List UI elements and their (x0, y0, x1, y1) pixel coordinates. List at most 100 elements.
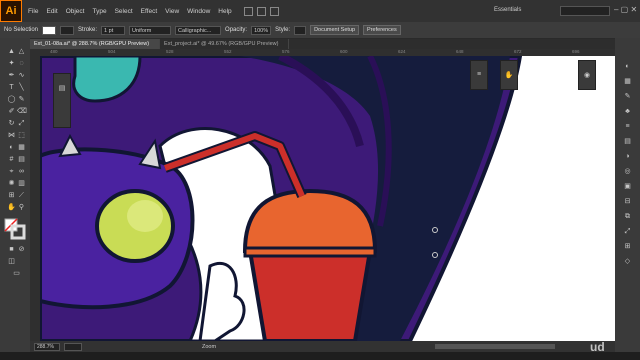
zoom-tool-icon[interactable]: ⚲ (17, 204, 26, 212)
search-input[interactable] (560, 6, 610, 16)
selection-status: No Selection (4, 27, 39, 33)
symbols-panel-icon[interactable]: ♣ (623, 108, 632, 116)
free-transform-tool-icon[interactable]: ⬚ (17, 132, 26, 140)
gpu-performance-icon[interactable] (269, 6, 279, 16)
gradient-panel-icon[interactable]: ▤ (623, 138, 632, 146)
shaper-tool-icon[interactable]: ✐ (7, 108, 16, 116)
blend-tool-icon[interactable]: ∞ (17, 168, 26, 176)
hand-tool-icon[interactable]: ✋ (7, 204, 16, 212)
ruler-tick: 600 (340, 49, 348, 54)
brushes-panel-icon[interactable]: ✎ (623, 93, 632, 101)
artboard-tool-icon[interactable]: ⊞ (7, 192, 16, 200)
direct-selection-tool-icon[interactable]: △ (17, 48, 26, 56)
workspace-switcher[interactable]: Essentials (494, 7, 554, 16)
width-tool-icon[interactable]: ⋈ (7, 132, 16, 140)
symbol-sprayer-tool-icon[interactable]: ✺ (7, 180, 16, 188)
eyedropper-tool-icon[interactable]: ⌖ (7, 168, 16, 176)
stroke-label[interactable]: Stroke: (78, 27, 97, 33)
opacity-label[interactable]: Opacity: (225, 27, 247, 33)
hand-float-panel[interactable]: ✋ (500, 60, 518, 90)
stroke-weight-field[interactable]: 1 pt (101, 25, 126, 35)
arrange-documents-icon[interactable] (256, 6, 266, 16)
fill-stroke-icon[interactable] (4, 218, 26, 240)
scale-tool-icon[interactable]: ⤢ (17, 120, 26, 128)
shape-builder-tool-icon[interactable]: ◐ (7, 144, 16, 152)
paintbrush-tool-icon[interactable]: ✎ (17, 96, 26, 104)
tab-ext-project[interactable]: Ext_project.ai* @ 49.67% (RGB/GPU Previe… (160, 39, 290, 49)
video-bottom-band (0, 352, 640, 360)
ruler-tick: 528 (166, 49, 174, 54)
horizontal-scrollbar[interactable] (435, 344, 555, 349)
magic-wand-tool-icon[interactable]: ✦ (7, 60, 16, 68)
swatches-panel-icon[interactable]: ▦ (623, 78, 632, 86)
color-mode-icon[interactable]: ■ (7, 246, 16, 254)
gradient-tool-icon[interactable]: ▤ (17, 156, 26, 164)
transparency-panel-icon[interactable]: ◑ (623, 153, 632, 161)
horizontal-ruler: 480 504 528 552 576 600 624 648 672 696 (40, 49, 615, 56)
artboards-panel-icon[interactable]: ⊞ (623, 243, 632, 251)
column-graph-tool-icon[interactable]: ▥ (17, 180, 26, 188)
layers-icon[interactable]: ≡ (475, 71, 484, 79)
type-tool-icon[interactable]: T (7, 84, 16, 92)
draw-mode-icon[interactable]: ◫ (7, 258, 16, 266)
main-menu: File Edit Object Type Select Effect View… (28, 8, 240, 15)
appearance-icon[interactable]: ◉ (583, 71, 592, 79)
stroke-swatch[interactable] (60, 25, 75, 35)
align-icon[interactable]: ▤ (58, 84, 67, 92)
floating-tool-panel[interactable]: ▤ (53, 73, 71, 128)
layers-float-panel[interactable]: ≡ (470, 60, 488, 90)
vertical-ruler (30, 49, 40, 341)
menu-window[interactable]: Window (187, 8, 210, 15)
line-tool-icon[interactable]: ╲ (17, 84, 26, 92)
ruler-tick: 480 (50, 49, 58, 54)
style-label: Style: (275, 27, 291, 33)
opacity-field[interactable]: 100% (251, 25, 272, 35)
transform-panel-icon[interactable]: ⤢ (623, 228, 632, 236)
brush-definition[interactable]: Calligraphic... (175, 25, 222, 35)
perspective-grid-tool-icon[interactable]: ▦ (17, 144, 26, 152)
bridge-icon[interactable] (243, 6, 253, 16)
mesh-tool-icon[interactable]: # (7, 156, 16, 164)
ruler-tick: 504 (108, 49, 116, 54)
style-picker[interactable] (294, 25, 307, 35)
udemy-watermark: ud (590, 340, 605, 354)
appearance-float-panel[interactable]: ◉ (578, 60, 596, 90)
ellipse-tool-icon[interactable]: ◯ (7, 96, 16, 104)
stroke-panel-icon[interactable]: ≡ (623, 123, 632, 131)
menu-select[interactable]: Select (115, 8, 133, 15)
illustration-artwork[interactable] (40, 56, 615, 341)
fill-swatch[interactable] (42, 25, 57, 35)
align-panel-icon[interactable]: ⊟ (623, 198, 632, 206)
tab-ext-01[interactable]: Ext_01-08a.ai* @ 288.7% (RGB/GPU Preview… (30, 39, 161, 49)
pen-tool-icon[interactable]: ✒ (7, 72, 16, 80)
curvature-tool-icon[interactable]: ∿ (17, 72, 26, 80)
menu-effect[interactable]: Effect (141, 8, 158, 15)
menu-object[interactable]: Object (66, 8, 85, 15)
menu-edit[interactable]: Edit (46, 8, 57, 15)
menu-type[interactable]: Type (92, 8, 106, 15)
menu-view[interactable]: View (165, 8, 179, 15)
window-controls[interactable]: – ▢ ✕ (614, 5, 637, 14)
menu-help[interactable]: Help (218, 8, 231, 15)
lasso-tool-icon[interactable]: ◌ (17, 60, 26, 68)
preferences-button[interactable]: Preferences (363, 25, 401, 35)
artboard-navigator[interactable] (64, 342, 82, 351)
slice-tool-icon[interactable]: ⟋ (17, 192, 26, 200)
rotate-tool-icon[interactable]: ↻ (7, 120, 16, 128)
zoom-level-field[interactable]: 288.7% (34, 342, 60, 351)
screen-mode-icon[interactable]: ▭ (12, 270, 21, 278)
artboard-canvas[interactable] (40, 56, 615, 341)
color-panel-icon[interactable]: ◐ (623, 63, 632, 71)
graphic-styles-panel-icon[interactable]: ▣ (623, 183, 632, 191)
pathfinder-panel-icon[interactable]: ⧉ (623, 213, 632, 221)
ruler-tick: 576 (282, 49, 290, 54)
document-setup-button[interactable]: Document Setup (310, 25, 360, 35)
selection-tool-icon[interactable]: ▲ (7, 48, 16, 56)
eraser-tool-icon[interactable]: ⌫ (17, 108, 27, 116)
menu-file[interactable]: File (28, 8, 38, 15)
hand-icon[interactable]: ✋ (505, 71, 514, 79)
layers-panel-icon[interactable]: ◇ (623, 258, 632, 266)
none-mode-icon[interactable]: ⊘ (17, 246, 26, 254)
variable-width-profile[interactable]: Uniform (129, 25, 172, 35)
appearance-panel-icon[interactable]: ◎ (623, 168, 632, 176)
